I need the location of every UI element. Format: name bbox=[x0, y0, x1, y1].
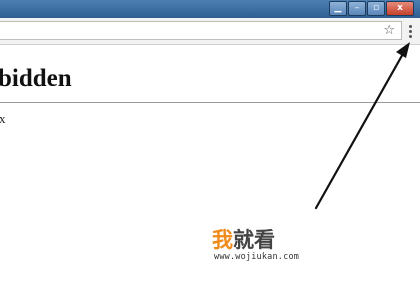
maximize-icon[interactable]: ▫ bbox=[367, 1, 385, 16]
watermark: 我就看 www.wojiukan.com bbox=[212, 228, 332, 268]
window-titlebar: ▁ – ▫ x bbox=[0, 0, 420, 18]
watermark-logo-accent: 我 bbox=[212, 228, 233, 252]
window-controls: ▁ – ▫ x bbox=[329, 1, 414, 16]
restore-icon[interactable]: ▁ bbox=[329, 1, 347, 16]
watermark-logo-rest: 就看 bbox=[233, 228, 275, 252]
close-icon[interactable]: x bbox=[386, 1, 414, 16]
page-content: bidden x bbox=[0, 45, 420, 281]
page-title: bidden bbox=[0, 65, 72, 92]
page-body-text: x bbox=[0, 111, 6, 126]
watermark-url: www.wojiukan.com bbox=[214, 252, 300, 262]
browser-toolbar: ☆ bbox=[0, 18, 420, 45]
bookmark-star-icon[interactable]: ☆ bbox=[383, 23, 395, 39]
minimize-icon[interactable]: – bbox=[348, 1, 366, 16]
browser-menu-button[interactable] bbox=[404, 22, 417, 40]
vertical-dots-icon bbox=[409, 24, 412, 28]
divider bbox=[0, 102, 420, 103]
address-bar[interactable]: ☆ bbox=[0, 21, 402, 40]
watermark-logo: 我就看 bbox=[212, 228, 275, 252]
